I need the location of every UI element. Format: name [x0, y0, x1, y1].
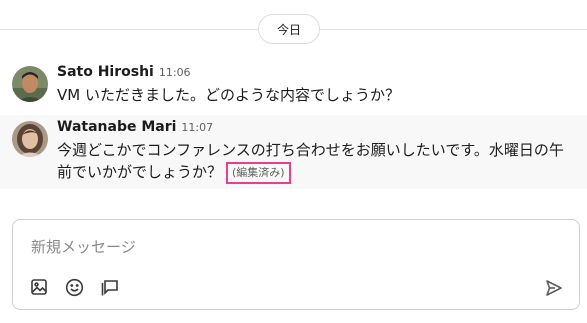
emoji-icon[interactable] — [63, 276, 85, 298]
timestamp[interactable]: 11:07 — [181, 121, 213, 134]
message-item[interactable]: Watanabe Mari 11:07 今週どこかでコンファレンスの打ち合わせを… — [0, 115, 587, 189]
timestamp[interactable]: 11:06 — [159, 66, 191, 79]
author-name[interactable]: Watanabe Mari — [57, 119, 176, 135]
message-content: Watanabe Mari 11:07 今週どこかでコンファレンスの打ち合わせを… — [57, 119, 571, 184]
message-composer — [12, 219, 580, 310]
image-icon[interactable] — [28, 276, 50, 298]
avatar[interactable] — [12, 121, 48, 157]
message-content: Sato Hiroshi 11:06 VM いただきました。どのような内容でしょ… — [57, 64, 571, 106]
send-icon[interactable] — [543, 277, 565, 299]
message-text: 今週どこかでコンファレンスの打ち合わせをお願いしたいです。水曜日の午前でいかがで… — [57, 139, 571, 184]
edited-label: (編集済み) — [226, 162, 291, 184]
avatar[interactable] — [12, 66, 48, 102]
message-text-content: 今週どこかでコンファレンスの打ち合わせをお願いしたいです。水曜日の午前でいかがで… — [57, 141, 564, 181]
message-input[interactable] — [31, 236, 531, 258]
author-name[interactable]: Sato Hiroshi — [57, 64, 154, 80]
date-pill[interactable]: 今日 — [258, 14, 320, 44]
shortcut-icon[interactable] — [99, 276, 121, 298]
message-text: VM いただきました。どのような内容でしょうか？ — [57, 86, 400, 104]
day-divider: 今日 — [0, 14, 587, 44]
message-item[interactable]: Sato Hiroshi 11:06 VM いただきました。どのような内容でしょ… — [0, 58, 587, 110]
